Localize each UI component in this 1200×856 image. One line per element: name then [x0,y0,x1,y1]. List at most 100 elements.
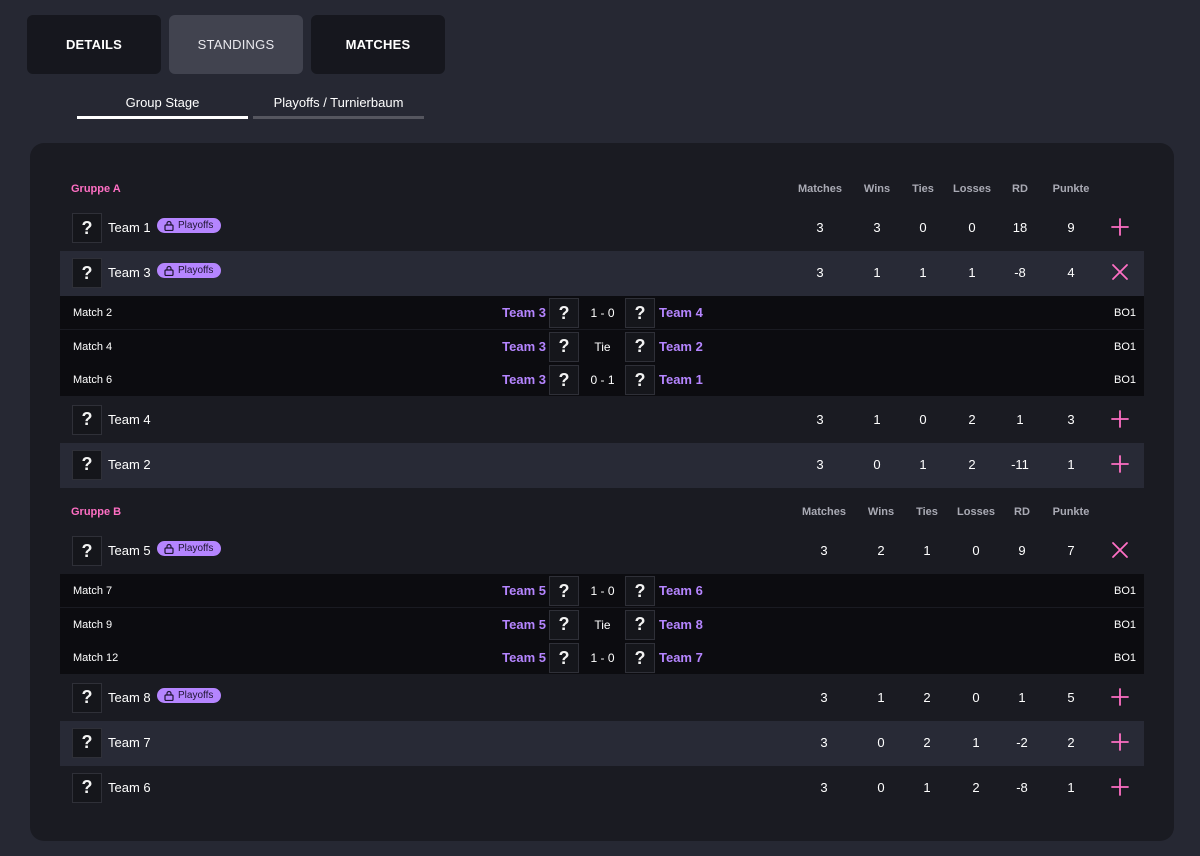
group-title: Gruppe B [71,506,122,518]
plus-icon[interactable] [1108,215,1132,239]
match-format: BO1 [1113,652,1136,664]
home-team-name: Team 5 [502,583,546,598]
column-header-matches: Matches [797,183,843,195]
team-name: Team 6 [108,779,151,795]
team-name: Team 4 [108,411,151,427]
away-team-name: Team 6 [659,583,703,598]
close-icon[interactable] [1108,538,1132,562]
stat-punkte: 1 [1067,456,1075,472]
team-logo-placeholder: ? [549,331,579,362]
stat-matches: 3 [816,220,824,235]
team-row[interactable]: ? Team 2 3 0 1 2 -11 1 [60,442,1144,488]
team-row[interactable]: ? Team 3 Playoffs 3 1 1 1 -8 4 [60,251,1144,296]
plus-icon[interactable] [1108,730,1132,754]
playoffs-badge-label: Playoffs [178,220,214,231]
team-logo-placeholder: ? [72,404,102,435]
match-label: Match 9 [73,618,113,631]
stat-matches: 3 [820,543,828,558]
match-label: Match 2 [73,307,113,319]
match-format: BO1 [1113,340,1136,353]
away-team-name: Team 1 [659,372,703,387]
playoffs-badge: Playoffs [157,263,222,278]
tab-matches[interactable]: MATCHES [311,15,445,74]
home-team-name: Team 3 [502,305,546,320]
match-score: 1 - 0 [590,306,615,320]
team-row[interactable]: ? Team 7 3 0 2 1 -2 2 [60,720,1144,766]
team-logo-placeholder: ? [625,609,655,640]
team-logo-placeholder: ? [549,298,579,328]
match-score: Tie [594,617,611,632]
main-tabs: DETAILS STANDINGS MATCHES [27,15,445,74]
lock-icon [164,543,174,554]
match-score: 1 - 0 [590,651,615,665]
playoffs-badge: Playoffs [157,218,222,233]
team-logo-placeholder: ? [72,682,102,713]
plus-icon[interactable] [1108,452,1132,476]
match-row: Match 7 Team 5? 1 - 0? Team 6 BO1 [60,574,1144,607]
subtab-group-stage[interactable]: Group Stage [77,95,248,119]
standings-subtabs: Group Stage Playoffs / Turnierbaum [77,95,424,119]
group-header: Gruppe A Matches Wins Ties Losses RD Punkte [60,173,1144,203]
match-label: Match 12 [73,652,119,664]
stat-punkte: 2 [1067,734,1075,750]
team-logo-placeholder: ? [549,609,579,640]
team-logo-placeholder: ? [625,643,655,673]
match-label: Match 4 [73,340,113,353]
team-name: Team 8 [108,689,151,705]
playoffs-badge: Playoffs [157,541,222,556]
team-row[interactable]: ? Team 1 Playoffs 3 3 0 0 18 9 [60,206,1144,251]
team-name: Team 3 [108,265,151,280]
match-score: Tie [594,339,611,354]
group-header: Gruppe B Matches Wins Ties Losses RD Punkte [60,496,1144,526]
away-team-name: Team 2 [659,338,703,354]
playoffs-badge-label: Playoffs [178,265,214,276]
match-row: Match 2 Team 3? 1 - 0? Team 4 BO1 [60,296,1144,329]
plus-icon[interactable] [1108,407,1132,431]
group-title: Gruppe A [71,183,121,195]
tab-details[interactable]: DETAILS [27,15,161,74]
plus-icon[interactable] [1108,775,1132,799]
stat-punkte: 5 [1067,689,1075,705]
team-logo-placeholder: ? [72,258,102,288]
home-team-name: Team 5 [502,616,546,632]
team-row[interactable]: ? Team 4310213 [60,398,1144,443]
team-logo-placeholder: ? [72,536,102,566]
stat-matches: 3 [820,734,828,750]
close-icon[interactable] [1108,260,1132,284]
home-team-name: Team 3 [502,372,546,387]
stat-matches: 3 [816,456,824,472]
tab-standings[interactable]: STANDINGS [169,15,303,74]
match-format: BO1 [1113,585,1136,597]
playoffs-badge: Playoffs [157,687,222,703]
match-row: Match 6 Team 3? 0 - 1? Team 1 BO1 [60,363,1144,396]
team-logo-placeholder: ? [625,331,655,362]
plus-icon[interactable] [1108,685,1132,709]
team-logo-placeholder: ? [549,365,579,395]
team-name: Team 7 [108,734,151,750]
team-logo-placeholder: ? [625,298,655,328]
column-header-punkte: Punkte [1052,183,1090,195]
column-header-punkte: Punkte [1052,506,1090,518]
playoffs-badge-label: Playoffs [178,689,214,701]
match-score: 1 - 0 [590,584,615,598]
column-header-matches: Matches [801,506,847,518]
match-format: BO1 [1113,307,1136,319]
stat-punkte: 4 [1067,265,1075,280]
team-row[interactable]: ? Team 8 Playoffs 3 1 2 0 1 5 [60,676,1144,721]
stat-matches: 3 [816,265,824,280]
match-score: 0 - 1 [590,373,615,387]
stat-punkte: 1 [1067,779,1075,795]
subtab-playoffs[interactable]: Playoffs / Turnierbaum [253,95,424,119]
match-format: BO1 [1113,374,1136,386]
stat-matches: 3 [820,779,828,795]
team-name: Team 5 [108,543,151,558]
team-logo-placeholder: ? [625,576,655,606]
home-team-name: Team 5 [502,650,546,665]
away-team-name: Team 8 [659,616,703,632]
stat-matches: 3 [816,411,824,427]
team-name: Team 2 [108,456,151,472]
team-row[interactable]: ? Team 5 Playoffs 3 2 1 0 9 7 [60,529,1144,574]
team-row[interactable]: ? Team 6 3 0 1 2 -8 1 [60,766,1144,811]
match-row: Match 9 Team 5? Tie? Team 8 BO1 [60,607,1144,641]
team-logo-placeholder: ? [549,576,579,606]
